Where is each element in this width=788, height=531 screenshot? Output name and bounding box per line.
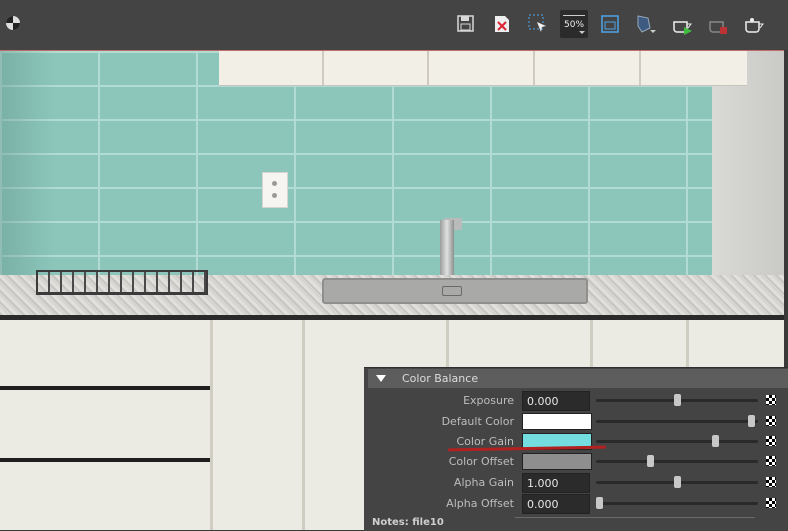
attr-slider-knob[interactable] (747, 415, 755, 427)
attr-slider-track[interactable] (596, 420, 758, 423)
map-texture-icon[interactable] (766, 416, 776, 426)
notes-label: Notes: file10 (372, 517, 444, 528)
attr-label: Alpha Gain (453, 476, 514, 489)
attr-value-text: 0.000 (527, 498, 559, 511)
zoom-icon[interactable]: 50% (560, 10, 588, 38)
map-texture-icon[interactable] (766, 498, 776, 508)
attr-value-text: 1.000 (527, 477, 559, 490)
region-select-icon[interactable] (524, 10, 552, 38)
attr-label: Color Offset (448, 455, 514, 468)
display-frame-icon[interactable] (596, 10, 624, 38)
map-texture-icon[interactable] (766, 456, 776, 466)
map-texture-icon[interactable] (766, 395, 776, 405)
drawer-line (0, 458, 210, 462)
ipr-teapot-icon[interactable] (740, 10, 768, 38)
attr-row-color-offset: Color Offset (368, 452, 788, 472)
color-swatch[interactable] (522, 453, 592, 470)
color-balance-header[interactable]: Color Balance (368, 369, 788, 388)
attr-value-field[interactable]: 0.000 (522, 494, 590, 514)
faucet (440, 220, 454, 280)
attr-value-field[interactable]: 0.000 (522, 391, 590, 411)
render-options-icon[interactable] (632, 10, 660, 38)
upper-cabinets (219, 51, 747, 86)
collapse-triangle-icon[interactable] (376, 375, 386, 382)
notes-divider (515, 517, 755, 518)
wall-outlet (262, 172, 288, 208)
attr-slider-track[interactable] (596, 502, 758, 505)
attr-row-default-color: Default Color (368, 412, 788, 432)
color-swatch[interactable] (522, 413, 592, 430)
attr-row-alpha-offset: Alpha Offset 0.000 (368, 494, 788, 514)
sink-drain (442, 286, 462, 296)
attr-label: Color Gain (456, 435, 514, 448)
attr-label: Alpha Offset (446, 497, 514, 510)
attr-row-alpha-gain: Alpha Gain 1.000 (368, 473, 788, 493)
attr-label: Exposure (463, 394, 514, 407)
render-teapot-icon[interactable] (668, 10, 696, 38)
map-texture-icon[interactable] (766, 436, 776, 446)
attr-slider-knob[interactable] (712, 435, 720, 447)
attr-row-exposure: Exposure 0.000 (368, 391, 788, 411)
attr-value-text: 0.000 (527, 395, 559, 408)
gas-hob (36, 270, 208, 295)
attr-slider-knob[interactable] (673, 394, 681, 406)
attr-slider-knob[interactable] (647, 455, 655, 467)
remove-image-icon[interactable] (488, 10, 516, 38)
attr-slider-track[interactable] (596, 440, 758, 443)
attr-slider-knob[interactable] (673, 476, 681, 488)
save-image-icon[interactable] (452, 10, 480, 38)
zoom-level: 50% (564, 20, 584, 30)
attr-label: Default Color (441, 415, 514, 428)
drawer-line (0, 386, 210, 390)
stop-render-teapot-icon[interactable] (704, 10, 732, 38)
attr-slider-track[interactable] (596, 460, 758, 463)
render-view-toolbar: 50% (0, 0, 788, 50)
viewport-display-icon[interactable] (6, 16, 20, 30)
map-texture-icon[interactable] (766, 477, 776, 487)
sink (322, 278, 588, 304)
section-title: Color Balance (402, 372, 479, 385)
attr-slider-knob[interactable] (596, 497, 603, 509)
attr-value-field[interactable]: 1.000 (522, 473, 590, 493)
